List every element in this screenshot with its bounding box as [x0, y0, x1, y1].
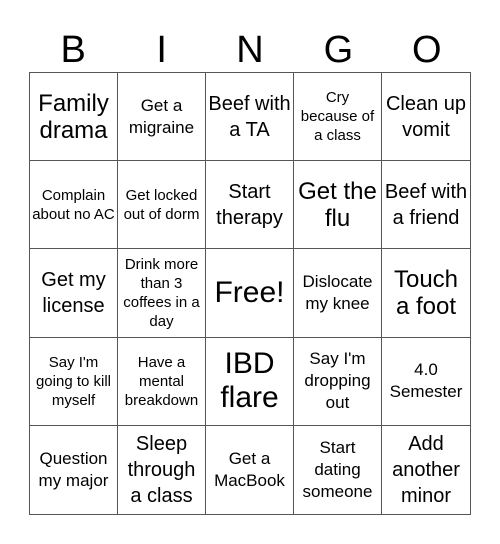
bingo-cell-text: Get the flu — [298, 177, 377, 232]
bingo-cell[interactable]: Clean up vomit — [382, 73, 470, 162]
bingo-cell[interactable]: Sleep through a class — [118, 425, 206, 514]
bingo-cell[interactable]: Family drama — [30, 73, 118, 162]
bingo-cell-text: Add another minor — [392, 432, 460, 507]
bingo-cell-text: 4.0 Semester — [389, 360, 463, 402]
bingo-cell[interactable]: Dislocate my knee — [294, 249, 382, 338]
header-letter-g: G — [323, 29, 354, 71]
bingo-cell-text: Get locked out of dorm — [123, 186, 200, 223]
bingo-cell[interactable]: 4.0 Semester — [382, 338, 470, 426]
bingo-cell-text: Complain about no AC — [32, 186, 115, 223]
bingo-cell[interactable]: Touch a foot — [382, 249, 470, 338]
bingo-grid: Family drama Get a migraine Beef with a TA… — [29, 72, 471, 515]
bingo-cell-text: Say I'm going to kill myself — [35, 353, 112, 409]
bingo-cell-text: Beef with a TA — [208, 92, 291, 141]
bingo-cell-text: Start dating someone — [302, 437, 373, 501]
bingo-cell-text: IBD flare — [220, 347, 279, 415]
bingo-cell-text: Free! — [214, 275, 285, 309]
header-letter-i: I — [156, 29, 167, 71]
bingo-cell[interactable]: Start dating someone — [294, 425, 382, 514]
bingo-cell-text: Dislocate my knee — [302, 271, 373, 313]
bingo-cell-text: Touch a foot — [393, 265, 459, 320]
bingo-cell-text: Cry because of a class — [300, 89, 375, 145]
bingo-cell[interactable]: Beef with a TA — [206, 73, 294, 162]
bingo-cell[interactable]: Get locked out of dorm — [118, 161, 206, 250]
bingo-cell[interactable]: Drink more than 3 coffees in a day — [118, 249, 206, 338]
bingo-cell[interactable]: Get a migraine — [118, 73, 206, 162]
bingo-cell-text: Get my license — [41, 268, 106, 317]
bingo-cell[interactable]: Complain about no AC — [30, 161, 118, 250]
bingo-cell-text: Start therapy — [216, 180, 283, 229]
bingo-cell-text: Get a MacBook — [214, 448, 285, 490]
header-letter-n: N — [236, 29, 264, 71]
bingo-cell[interactable]: Say I'm going to kill myself — [30, 337, 118, 426]
bingo-cell[interactable]: Say I'm dropping out — [294, 337, 382, 426]
bingo-cell-text: Get a migraine — [128, 95, 195, 137]
bingo-cell-text: Drink more than 3 coffees in a day — [123, 255, 200, 330]
bingo-cell[interactable]: Add another minor — [382, 426, 470, 514]
header-letter-b: B — [60, 29, 86, 71]
bingo-cell[interactable]: IBD flare — [206, 337, 294, 426]
bingo-cell[interactable]: Get the flu — [294, 161, 382, 250]
bingo-cell[interactable]: Cry because of a class — [294, 73, 382, 162]
bingo-cell-text: Family drama — [38, 89, 109, 144]
bingo-cell-text: Say I'm dropping out — [304, 349, 371, 413]
bingo-cell[interactable]: Start therapy — [206, 161, 294, 250]
bingo-cell-text: Have a mental breakdown — [124, 353, 199, 409]
bingo-cell[interactable]: Have a mental breakdown — [118, 337, 206, 426]
bingo-header: B I N G O — [29, 28, 471, 72]
bingo-cell[interactable]: Beef with a friend — [382, 161, 470, 250]
bingo-cell-text: Clean up vomit — [385, 92, 467, 141]
free-space-cell[interactable]: Free! — [206, 249, 294, 338]
header-letter-o: O — [412, 29, 442, 71]
bingo-cell-text: Sleep through a class — [127, 432, 196, 507]
bingo-cell[interactable]: Get my license — [30, 249, 118, 338]
bingo-cell[interactable]: Get a MacBook — [206, 425, 294, 514]
bingo-cell-text: Question my major — [38, 448, 109, 490]
bingo-cell[interactable]: Question my major — [30, 425, 118, 514]
bingo-cell-text: Beef with a friend — [384, 180, 468, 229]
